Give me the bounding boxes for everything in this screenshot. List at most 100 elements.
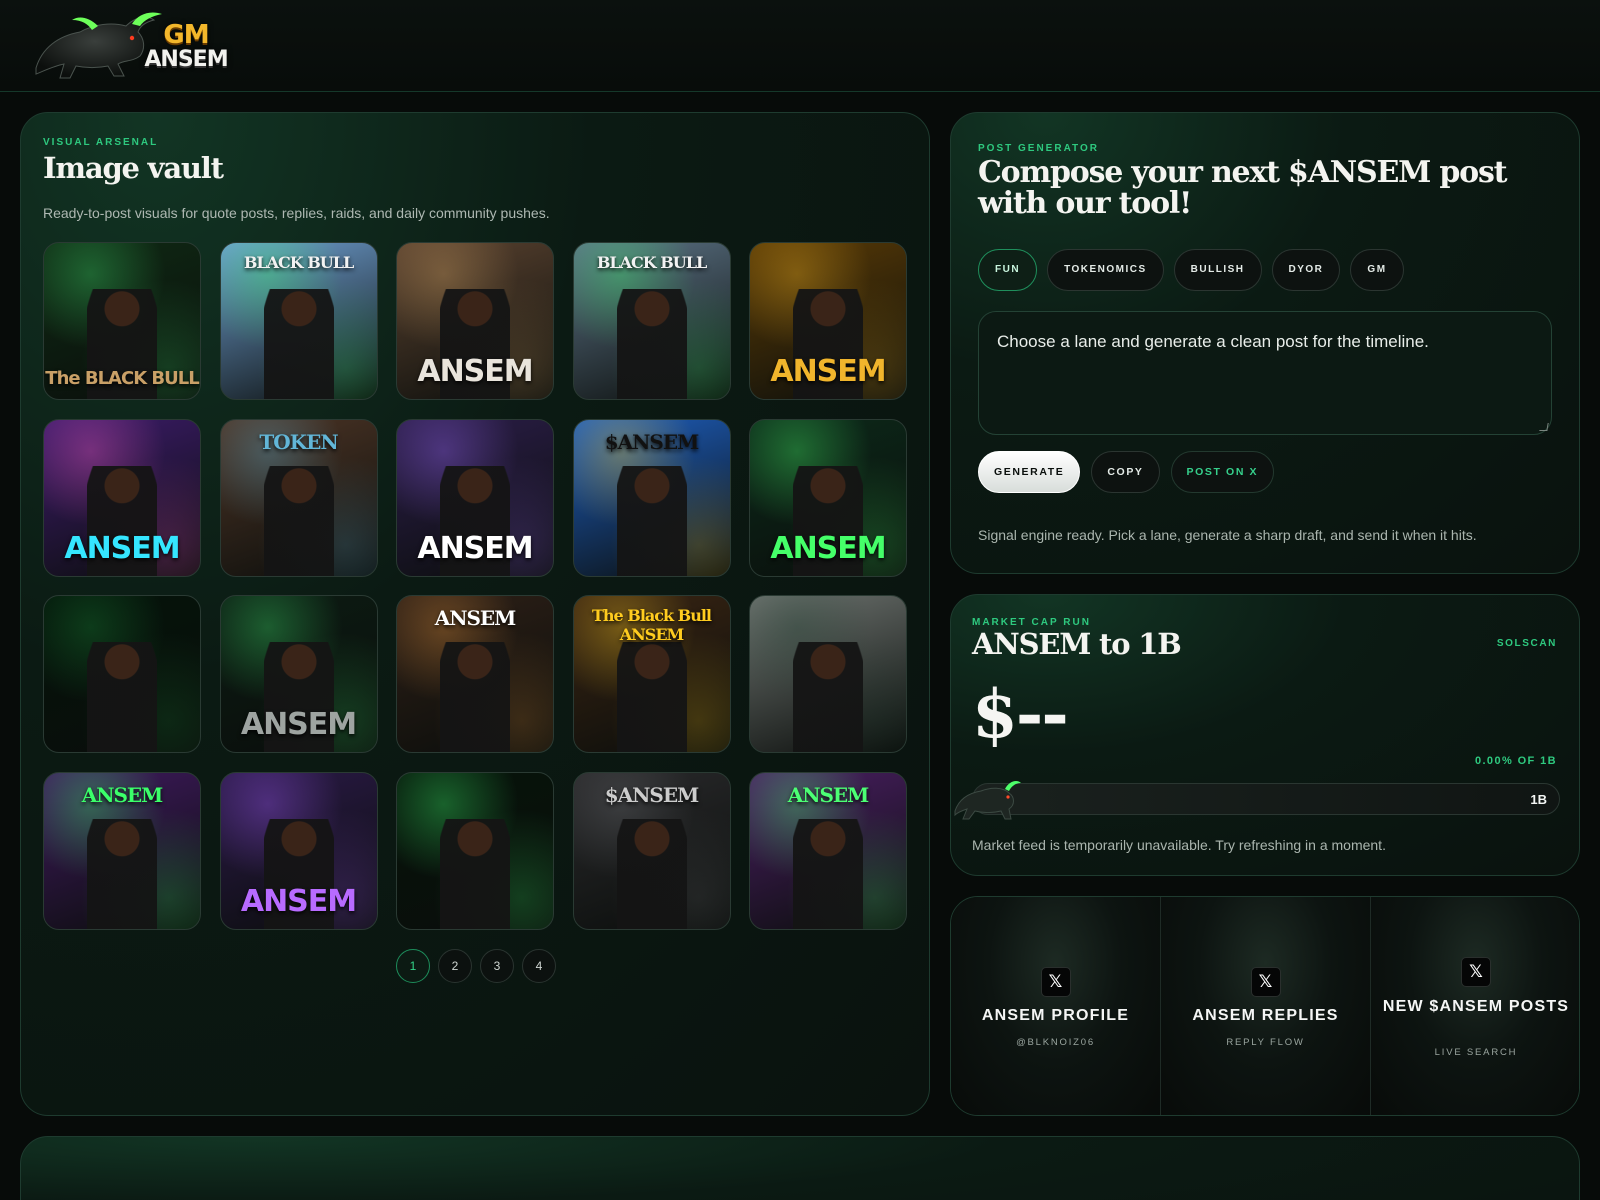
gm-ansem-logo[interactable]: GM ANSEM — [28, 8, 229, 84]
generator-title: Compose your next $ANSEM post with our t… — [978, 155, 1508, 221]
vault-image-caption: The BLACK BULL — [45, 368, 199, 389]
vault-image-caption: ANSEM — [770, 530, 886, 566]
market-title: ANSEM to 1B — [972, 627, 1182, 661]
top-bar: GM ANSEM — [0, 0, 1600, 92]
vault-image-tile[interactable]: ANSEM — [396, 418, 554, 577]
vault-image-tile[interactable]: ANSEM — [396, 595, 554, 753]
x-links-panel: 𝕏 ANSEM PROFILE @BLKNOIZ06 𝕏 ANSEM REPLIES RE… — [950, 896, 1580, 1116]
post-on-x-button[interactable]: POST ON X — [1170, 451, 1275, 493]
solscan-link[interactable]: SOLSCAN — [1497, 638, 1557, 649]
vault-image-caption: ANSEM — [240, 707, 357, 742]
vault-image-tile[interactable]: ANSEM — [219, 595, 378, 753]
resize-handle-icon[interactable] — [1539, 423, 1549, 431]
x-link-subtitle: @BLKNOIZ06 — [1016, 1037, 1095, 1048]
x-link-title: ANSEM REPLIES — [1192, 1007, 1339, 1024]
vault-image-caption: The Black Bull ANSEM — [592, 606, 712, 644]
chip-gm[interactable]: GM — [1350, 249, 1404, 291]
vault-image-caption: ANSEM — [434, 606, 517, 630]
vault-image-figure — [616, 642, 687, 752]
vault-image-figure — [616, 818, 687, 929]
vault-image-caption: ANSEM — [64, 530, 180, 566]
post-generator-panel: POST GENERATOR Compose your next $ANSEM … — [950, 112, 1580, 574]
logo-ansem-text: ANSEM — [144, 47, 228, 72]
vault-image-caption: ANSEM — [81, 782, 164, 807]
vault-image-figure — [263, 465, 334, 576]
vault-image-tile[interactable]: The BLACK BULL — [43, 242, 201, 400]
chip-bullish[interactable]: BULLISH — [1173, 249, 1262, 291]
page-button-4[interactable]: 4 — [522, 949, 556, 983]
composer-text: Choose a lane and generate a clean post … — [997, 332, 1429, 351]
vault-image-figure — [263, 289, 334, 399]
vault-image-tile[interactable] — [43, 595, 201, 753]
generator-actions: GENERATE COPY POST ON X — [978, 451, 1285, 493]
vault-image-tile[interactable]: ANSEM — [749, 242, 907, 400]
post-composer-textarea[interactable]: Choose a lane and generate a clean post … — [978, 311, 1552, 435]
vault-image-tile[interactable] — [396, 771, 554, 930]
vault-image-caption: BLACK BULL — [596, 253, 707, 272]
vault-image-caption: $ANSEM — [604, 429, 700, 454]
vault-image-figure — [793, 642, 863, 752]
generate-button[interactable]: GENERATE — [978, 451, 1081, 493]
logo-gm-text: GM — [163, 20, 209, 50]
vault-image-figure — [87, 818, 157, 929]
x-logo-icon: 𝕏 — [1250, 967, 1281, 997]
market-cap-panel: MARKET CAP RUN ANSEM to 1B SOLSCAN $-- 0… — [950, 594, 1580, 876]
vault-pagination: 1234 — [21, 949, 929, 983]
x-link-subtitle: REPLY FLOW — [1226, 1037, 1305, 1048]
vault-title: Image vault — [43, 151, 224, 185]
x-link-title: ANSEM PROFILE — [981, 1007, 1130, 1024]
vault-image-tile[interactable]: ANSEM — [219, 771, 378, 930]
x-logo-icon: 𝕏 — [1040, 967, 1071, 997]
vault-image-tile[interactable]: ANSEM — [43, 771, 201, 930]
vault-image-caption: TOKEN — [259, 429, 338, 454]
vault-image-caption: ANSEM — [417, 354, 533, 389]
vault-image-tile[interactable]: The Black Bull ANSEM — [572, 595, 731, 753]
vault-image-tile[interactable]: $ANSEM — [572, 418, 731, 577]
page-button-1[interactable]: 1 — [396, 949, 430, 983]
page-button-2[interactable]: 2 — [438, 949, 472, 983]
copy-button[interactable]: COPY — [1091, 451, 1160, 493]
vault-image-tile[interactable]: ANSEM — [43, 418, 201, 577]
bottom-panel — [20, 1136, 1580, 1200]
progress-percent: 0.00% OF 1B — [1474, 755, 1557, 767]
chip-tokenomics[interactable]: TOKENOMICS — [1047, 249, 1164, 291]
vault-image-tile[interactable]: ANSEM — [396, 242, 554, 400]
vault-image-figure — [87, 642, 157, 752]
vault-image-caption: ANSEM — [770, 354, 886, 389]
market-note: Market feed is temporarily unavailable. … — [972, 837, 1386, 853]
chip-dyor[interactable]: DYOR — [1271, 249, 1341, 291]
market-price: $-- — [972, 675, 1069, 753]
vault-image-caption: ANSEM — [417, 530, 533, 566]
chip-fun[interactable]: FUN — [978, 249, 1038, 291]
vault-image-caption: ANSEM — [240, 883, 357, 919]
vault-image-figure — [440, 818, 510, 929]
market-cap-progress-bar: 1B — [972, 783, 1560, 815]
logo-wordmark: GM ANSEM — [131, 22, 241, 71]
progress-target-label: 1B — [1530, 792, 1547, 807]
vault-image-figure — [793, 818, 863, 929]
vault-image-tile[interactable]: TOKEN — [219, 418, 378, 577]
vault-image-figure — [616, 289, 687, 399]
page-button-3[interactable]: 3 — [480, 949, 514, 983]
vault-image-tile[interactable]: ANSEM — [749, 418, 907, 577]
image-vault-panel: VISUAL ARSENAL Image vault Ready-to-post… — [20, 112, 930, 1116]
vault-image-tile[interactable]: ANSEM — [749, 771, 907, 930]
vault-description: Ready-to-post visuals for quote posts, r… — [43, 205, 550, 221]
vault-image-caption: BLACK BULL — [243, 253, 354, 272]
vault-image-figure — [616, 465, 687, 576]
image-grid: The BLACK BULL BLACK BULL ANSEM BLACK BULL A… — [43, 242, 907, 930]
vault-eyebrow: VISUAL ARSENAL — [43, 137, 159, 148]
x-link-card[interactable]: 𝕏 ANSEM REPLIES REPLY FLOW — [1161, 897, 1371, 1115]
vault-image-caption: ANSEM — [787, 782, 870, 807]
vault-image-caption: $ANSEM — [604, 782, 700, 807]
vault-image-tile[interactable]: $ANSEM — [572, 771, 731, 930]
vault-image-tile[interactable] — [749, 595, 907, 753]
x-link-card[interactable]: 𝕏 NEW $ANSEM POSTS LIVE SEARCH — [1371, 897, 1579, 1115]
generator-status: Signal engine ready. Pick a lane, genera… — [978, 527, 1477, 543]
x-logo-icon: 𝕏 — [1461, 957, 1491, 987]
x-link-subtitle: LIVE SEARCH — [1434, 1047, 1518, 1058]
x-link-card[interactable]: 𝕏 ANSEM PROFILE @BLKNOIZ06 — [951, 897, 1161, 1115]
x-link-title: NEW $ANSEM POSTS — [1382, 998, 1570, 1015]
vault-image-tile[interactable]: BLACK BULL — [572, 242, 731, 400]
vault-image-tile[interactable]: BLACK BULL — [219, 242, 378, 400]
